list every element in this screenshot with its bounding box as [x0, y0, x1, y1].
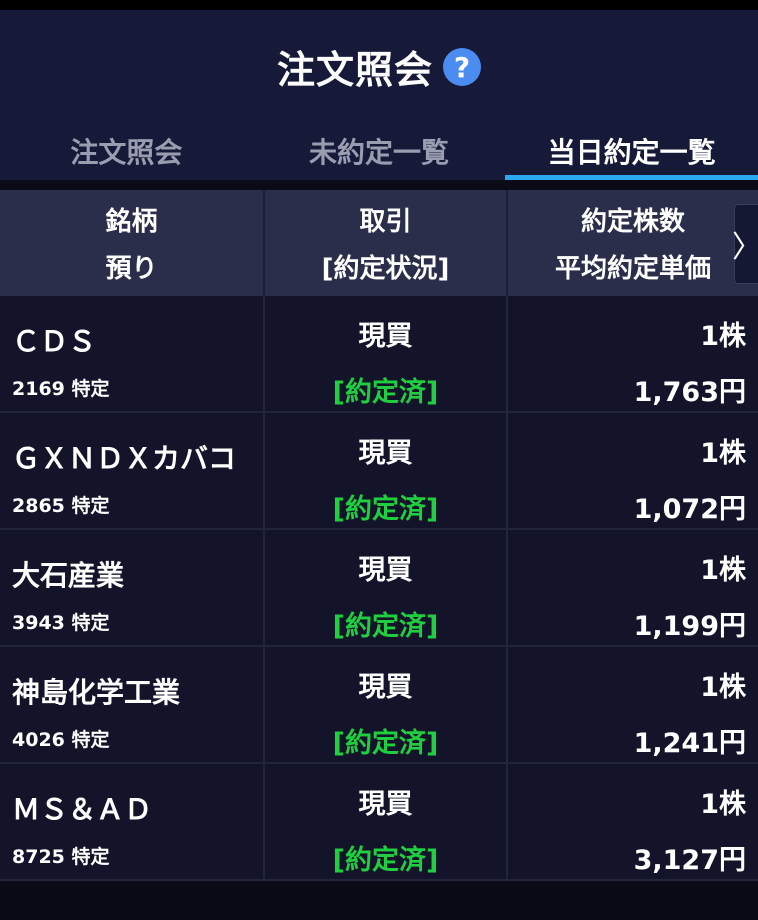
cell-issue: 大石産業 3943 特定	[0, 530, 265, 645]
executed-orders-list: ＣＤＳ 2169 特定 現買 [約定済] 1株 1,763円 ＧＸＮＤＸカバコ …	[0, 296, 758, 881]
issue-name: ＭＳ＆ＡＤ	[12, 793, 153, 826]
chevron-right-icon[interactable]: 〉	[732, 204, 758, 284]
page-header: 注文照会 ?	[0, 10, 758, 122]
trade-type: 現買	[358, 672, 413, 703]
bottom-nav-strip	[0, 886, 758, 920]
tab-order-inquiry[interactable]: 注文照会	[0, 122, 253, 180]
header-status-label: [約定状況]	[321, 254, 450, 284]
question-circle-icon[interactable]: ?	[443, 48, 481, 86]
header-quantity-label: 約定株数	[580, 207, 685, 237]
cell-issue: ＭＳ＆ＡＤ 8725 特定	[0, 764, 265, 879]
table-row[interactable]: ＭＳ＆ＡＤ 8725 特定 現買 [約定済] 1株 3,127円	[0, 764, 758, 881]
header-cell-quantity: 約定株数 平均約定単価	[508, 190, 758, 296]
header-cell-issue: 銘柄 預り	[0, 190, 265, 296]
average-price: 1,763円	[633, 377, 746, 408]
cell-quantity: 1株 3,127円	[508, 764, 758, 879]
cell-issue: ＧＸＮＤＸカバコ 2865 特定	[0, 413, 265, 528]
average-price: 1,199円	[633, 611, 746, 642]
issue-code: 2169 特定	[12, 378, 110, 400]
trade-type: 現買	[358, 555, 413, 586]
cell-trade: 現買 [約定済]	[265, 764, 508, 879]
tab-bar: 注文照会 未約定一覧 当日約定一覧	[0, 122, 758, 180]
trade-type: 現買	[358, 438, 413, 469]
header-avg-price-label: 平均約定単価	[554, 254, 711, 284]
executed-quantity: 1株	[700, 789, 746, 820]
cell-quantity: 1株 1,072円	[508, 413, 758, 528]
average-price: 1,241円	[633, 728, 746, 759]
cell-trade: 現買 [約定済]	[265, 530, 508, 645]
cell-quantity: 1株 1,241円	[508, 647, 758, 762]
average-price: 1,072円	[633, 494, 746, 525]
tab-unexecuted-list[interactable]: 未約定一覧	[253, 122, 506, 180]
cell-trade: 現買 [約定済]	[265, 296, 508, 411]
status-badge: [約定済]	[332, 728, 439, 759]
issue-name: ＣＤＳ	[12, 325, 97, 358]
status-badge: [約定済]	[332, 611, 439, 642]
table-header: 銘柄 預り 取引 [約定状況] 約定株数 平均約定単価	[0, 190, 758, 296]
status-bar-strip	[0, 0, 758, 10]
trade-type: 現買	[358, 789, 413, 820]
issue-name: ＧＸＮＤＸカバコ	[12, 442, 237, 475]
table-row[interactable]: ＧＸＮＤＸカバコ 2865 特定 現買 [約定済] 1株 1,072円	[0, 413, 758, 530]
trade-type: 現買	[358, 321, 413, 352]
table-row[interactable]: ＣＤＳ 2169 特定 現買 [約定済] 1株 1,763円	[0, 296, 758, 413]
issue-name: 大石産業	[12, 559, 125, 592]
cell-trade: 現買 [約定済]	[265, 413, 508, 528]
executed-quantity: 1株	[700, 321, 746, 352]
issue-code: 4026 特定	[12, 729, 110, 751]
issue-code: 8725 特定	[12, 846, 110, 868]
header-custody-label: 預り	[105, 254, 158, 284]
cell-quantity: 1株 1,763円	[508, 296, 758, 411]
issue-code: 3943 特定	[12, 612, 110, 634]
cell-trade: 現買 [約定済]	[265, 647, 508, 762]
executed-quantity: 1株	[700, 555, 746, 586]
table-row[interactable]: 大石産業 3943 特定 現買 [約定済] 1株 1,199円	[0, 530, 758, 647]
executed-quantity: 1株	[700, 438, 746, 469]
cell-quantity: 1株 1,199円	[508, 530, 758, 645]
average-price: 3,127円	[633, 845, 746, 876]
tab-today-executed-list[interactable]: 当日約定一覧	[505, 122, 758, 180]
page-title: 注文照会	[276, 47, 433, 92]
status-badge: [約定済]	[332, 494, 439, 525]
table-row[interactable]: 神島化学工業 4026 特定 現買 [約定済] 1株 1,241円	[0, 647, 758, 764]
cell-issue: ＣＤＳ 2169 特定	[0, 296, 265, 411]
header-trade-label: 取引	[359, 207, 412, 237]
issue-code: 2865 特定	[12, 495, 110, 517]
cell-issue: 神島化学工業 4026 特定	[0, 647, 265, 762]
tab-divider	[0, 180, 758, 190]
header-cell-trade: 取引 [約定状況]	[265, 190, 508, 296]
status-badge: [約定済]	[332, 845, 439, 876]
header-issue-label: 銘柄	[105, 207, 158, 237]
executed-quantity: 1株	[700, 672, 746, 703]
status-badge: [約定済]	[332, 377, 439, 408]
issue-name: 神島化学工業	[12, 676, 181, 709]
